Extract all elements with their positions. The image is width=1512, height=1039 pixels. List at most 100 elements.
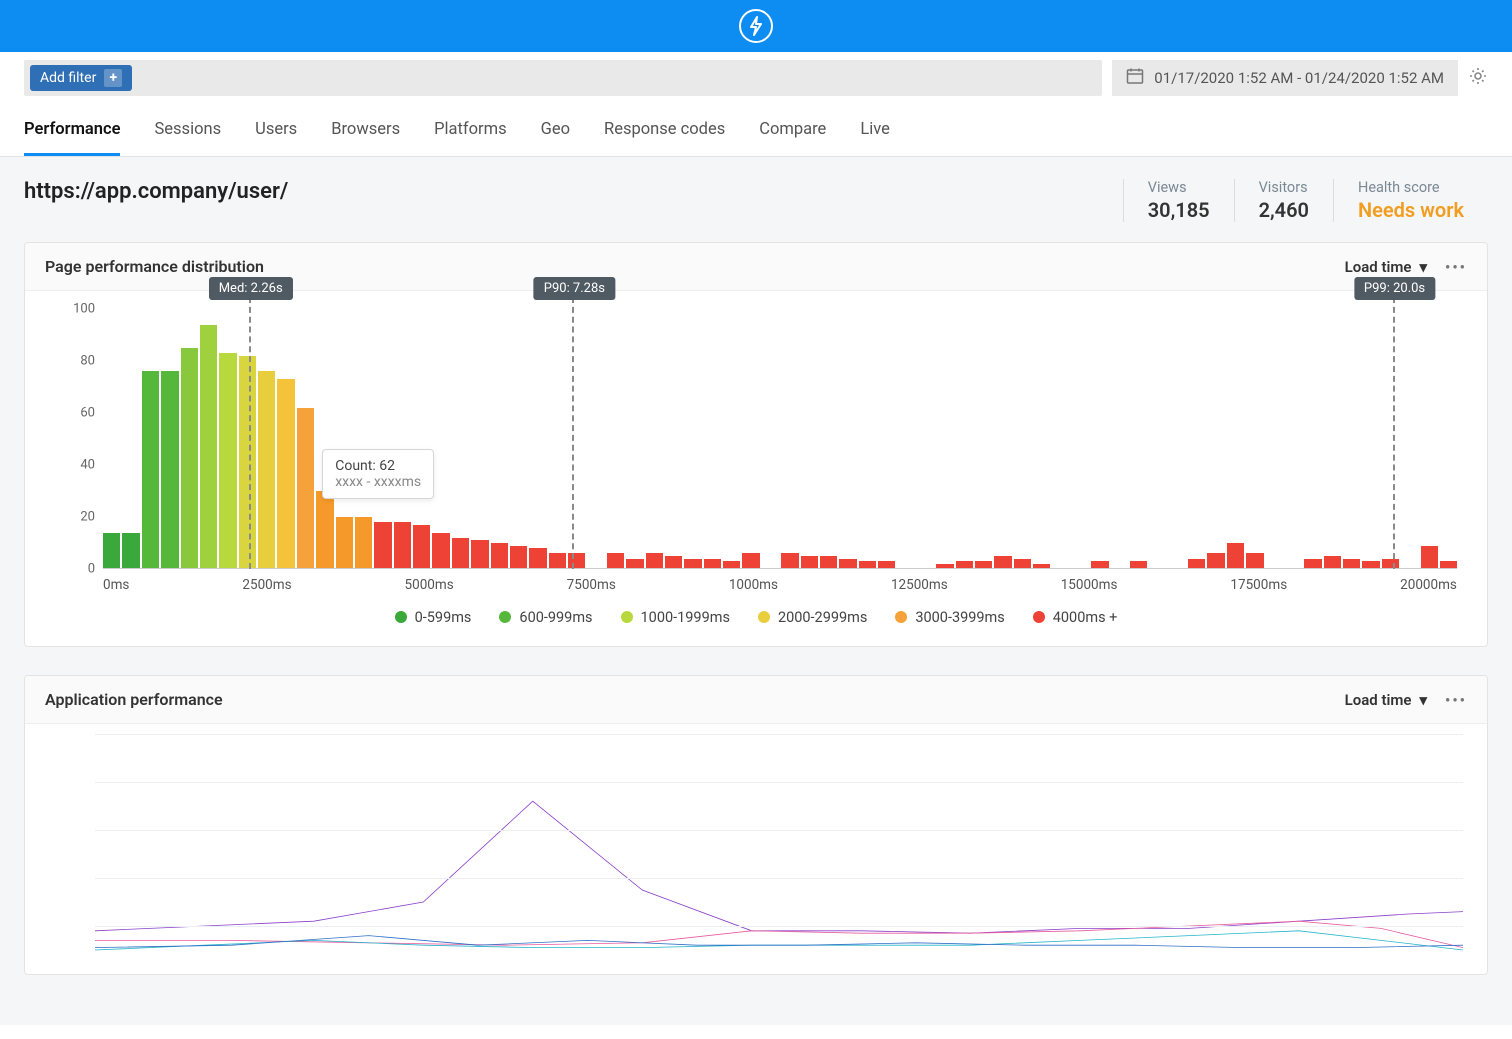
date-range-picker[interactable]: 01/17/2020 1:52 AM - 01/24/2020 1:52 AM	[1112, 60, 1458, 96]
histogram-bar[interactable]	[297, 408, 314, 569]
date-range-text: 01/17/2020 1:52 AM - 01/24/2020 1:52 AM	[1154, 69, 1444, 87]
percentile-marker: P90: 7.28s	[572, 297, 574, 569]
bar-tooltip: Count: 62xxxx - xxxxms	[322, 449, 434, 499]
y-tick: 80	[80, 354, 95, 369]
gridline	[95, 830, 1463, 831]
percentile-marker-label: P90: 7.28s	[534, 277, 615, 300]
legend-swatch	[499, 611, 511, 623]
histogram-bar[interactable]	[277, 379, 294, 569]
app-performance-metric-dropdown[interactable]: Load time ▾	[1345, 691, 1427, 709]
histogram-bar[interactable]	[258, 371, 275, 569]
app-performance-metric-dropdown-label: Load time	[1345, 691, 1412, 709]
histogram-bar[interactable]	[549, 553, 566, 569]
distribution-more-menu[interactable]: •••	[1445, 258, 1467, 276]
histogram-bar[interactable]	[646, 553, 663, 569]
filter-bar[interactable]: Add filter +	[24, 60, 1102, 96]
histogram-bar[interactable]	[336, 517, 353, 569]
tab-compare[interactable]: Compare	[759, 105, 826, 156]
app-performance-more-menu[interactable]: •••	[1445, 691, 1467, 709]
y-tick: 20	[80, 510, 95, 525]
tab-live[interactable]: Live	[860, 105, 890, 156]
legend-item[interactable]: 4000ms +	[1033, 609, 1118, 626]
histogram-bar[interactable]	[161, 371, 178, 569]
x-tick: 17500ms	[1230, 577, 1287, 593]
tab-browsers[interactable]: Browsers	[331, 105, 400, 156]
legend-label: 4000ms +	[1053, 609, 1118, 626]
histogram-bar[interactable]	[103, 533, 120, 569]
metric-visitors: Visitors 2,460	[1234, 179, 1333, 222]
distribution-legend: 0-599ms 600-999ms 1000-1999ms 2000-2999ms 30…	[45, 593, 1467, 632]
histogram-bar[interactable]	[510, 546, 527, 569]
x-tick: 15000ms	[1061, 577, 1118, 593]
tab-performance[interactable]: Performance	[24, 105, 120, 156]
histogram-bar[interactable]	[607, 553, 624, 569]
tab-response-codes[interactable]: Response codes	[604, 105, 725, 156]
distribution-bars	[103, 309, 1457, 569]
histogram-bar[interactable]	[529, 548, 546, 569]
histogram-bar[interactable]	[142, 371, 159, 569]
histogram-bar[interactable]	[316, 491, 333, 569]
distribution-metric-dropdown[interactable]: Load time ▾	[1345, 258, 1427, 276]
settings-gear-icon[interactable]	[1468, 66, 1488, 90]
x-tick: 0ms	[103, 577, 129, 593]
tab-geo[interactable]: Geo	[541, 105, 570, 156]
panel-app-performance: Application performance Load time ▾ ••• …	[24, 675, 1488, 975]
histogram-bar[interactable]	[491, 543, 508, 569]
legend-swatch	[758, 611, 770, 623]
histogram-bar[interactable]	[200, 325, 217, 569]
histogram-bar[interactable]	[239, 356, 256, 569]
x-tick: 7500ms	[567, 577, 616, 593]
metric-views: Views 30,185	[1123, 179, 1234, 222]
histogram-bar[interactable]	[219, 353, 236, 569]
legend-item[interactable]: 600-999ms	[499, 609, 592, 626]
gridline	[95, 878, 1463, 879]
histogram-bar[interactable]	[1207, 553, 1224, 569]
histogram-bar[interactable]	[742, 553, 759, 569]
histogram-bar[interactable]	[413, 525, 430, 569]
percentile-marker: Med: 2.26s	[249, 297, 251, 569]
distribution-y-axis: 020406080100	[45, 309, 95, 569]
legend-swatch	[1033, 611, 1045, 623]
metric-health-label: Health score	[1358, 179, 1464, 196]
tab-users[interactable]: Users	[255, 105, 297, 156]
percentile-marker-label: P99: 20.0s	[1354, 277, 1435, 300]
distribution-plot[interactable]: 020406080100 Med: 2.26sP90: 7.28sP99: 20…	[103, 309, 1457, 569]
legend-label: 1000-1999ms	[641, 609, 730, 626]
app-brand-bar	[0, 0, 1512, 52]
panel-app-performance-title: Application performance	[45, 690, 223, 709]
tab-platforms[interactable]: Platforms	[434, 105, 507, 156]
histogram-bar[interactable]	[568, 553, 585, 569]
tab-sessions[interactable]: Sessions	[154, 105, 221, 156]
histogram-bar[interactable]	[394, 522, 411, 569]
histogram-bar[interactable]	[355, 517, 372, 569]
metric-visitors-label: Visitors	[1259, 179, 1309, 196]
calendar-icon	[1126, 67, 1144, 89]
legend-item[interactable]: 1000-1999ms	[621, 609, 730, 626]
histogram-bar[interactable]	[452, 538, 469, 569]
histogram-bar[interactable]	[374, 522, 391, 569]
add-filter-button[interactable]: Add filter +	[30, 65, 132, 91]
line-series-purple[interactable]	[95, 801, 1463, 933]
y-tick: 40	[80, 458, 95, 473]
legend-label: 600-999ms	[519, 609, 592, 626]
legend-item[interactable]: 2000-2999ms	[758, 609, 867, 626]
content-area: https://app.company/user/ Views 30,185 V…	[0, 157, 1512, 1025]
x-tick: 5000ms	[405, 577, 454, 593]
histogram-bar[interactable]	[781, 553, 798, 569]
app-performance-plot[interactable]: xxxxxxxxxxxxxxxxxxxxx	[95, 734, 1463, 974]
legend-label: 0-599ms	[415, 609, 472, 626]
legend-item[interactable]: 3000-3999ms	[895, 609, 1004, 626]
legend-item[interactable]: 0-599ms	[395, 609, 472, 626]
legend-swatch	[895, 611, 907, 623]
chevron-down-icon: ▾	[1420, 258, 1428, 276]
y-tick: 0	[88, 562, 95, 577]
histogram-bar[interactable]	[122, 533, 139, 569]
histogram-bar[interactable]	[1246, 553, 1263, 569]
histogram-bar[interactable]	[432, 533, 449, 569]
histogram-bar[interactable]	[471, 540, 488, 569]
distribution-metric-dropdown-label: Load time	[1345, 258, 1412, 276]
legend-swatch	[395, 611, 407, 623]
histogram-bar[interactable]	[1227, 543, 1244, 569]
histogram-bar[interactable]	[181, 348, 198, 569]
histogram-bar[interactable]	[1421, 546, 1438, 569]
